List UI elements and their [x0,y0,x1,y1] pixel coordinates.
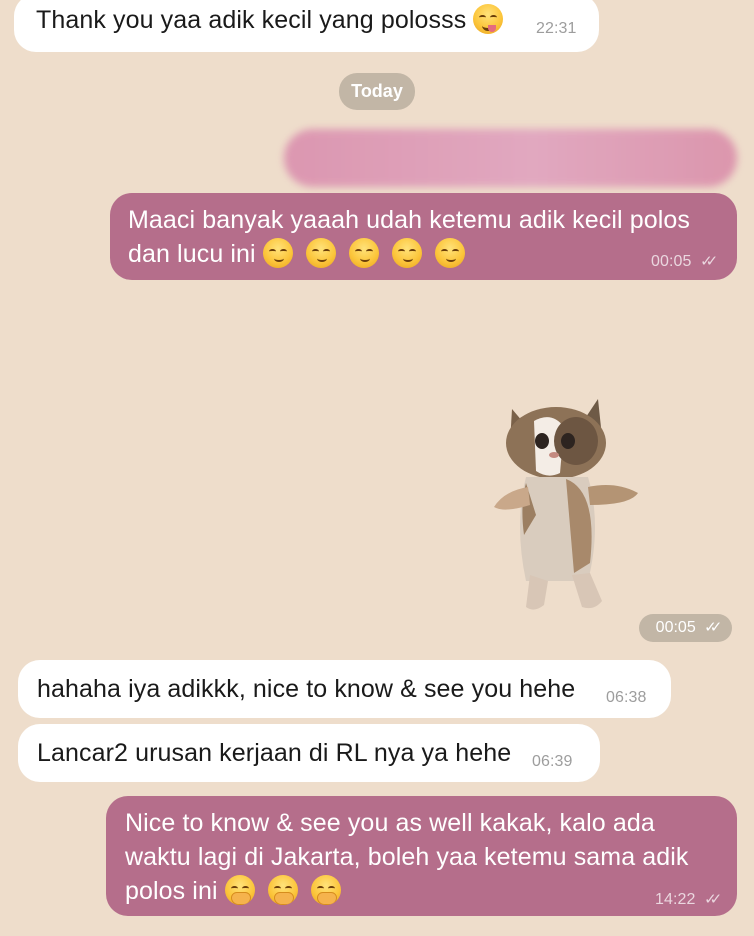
message-time: 00:05 [651,253,692,270]
smirking-face-emoji-icon [348,238,379,268]
message-bubble-incoming[interactable]: Lancar2 urusan kerjaan di RL nya ya hehe… [18,724,600,782]
smirking-face-emoji-icon [262,238,293,268]
sticker-time-chip: 00:05 ✓✓ [639,614,732,642]
smirking-face-emoji-icon [305,238,336,268]
face-with-hand-over-mouth-emoji-icon [224,875,255,905]
message-time: 22:31 [536,20,577,37]
message-text-line2: waktu lagi di Jakarta, boleh yaa ketemu … [125,843,689,871]
cat-sticker-icon [494,399,638,610]
emoji-row [262,238,471,277]
read-receipt-icon: ✓✓ [704,619,722,636]
message-text: hahaha iya adikkk, nice to know & see yo… [37,675,576,703]
message-text: Thank you yaa adik kecil yang polosss [36,6,467,34]
blurred-message-bubble[interactable] [284,129,737,187]
message-bubble-outgoing[interactable]: Nice to know & see you as well kakak, ka… [106,796,737,916]
smirking-face-emoji-icon [391,238,422,268]
smirking-face-emoji-icon [434,238,465,268]
message-bubble-incoming[interactable]: hahaha iya adikkk, nice to know & see yo… [18,660,671,718]
emoji-row [473,4,509,43]
message-bubble-incoming[interactable]: Thank you yaa adik kecil yang polosss 22… [14,0,599,52]
sticker-time: 00:05 [655,619,696,636]
message-text: Lancar2 urusan kerjaan di RL nya ya hehe [37,739,512,767]
message-bubble-outgoing[interactable]: Maaci banyak yaaah udah ketemu adik keci… [110,193,737,280]
dancing-cat-sticker[interactable] [490,395,644,621]
message-time-with-status: 00:05 ✓✓ [651,253,718,271]
face-with-hand-over-mouth-emoji-icon [267,875,298,905]
message-time: 06:38 [606,689,647,706]
message-text-line3: polos ini [125,877,218,905]
read-receipt-icon: ✓✓ [700,253,718,270]
emoji-row [224,875,347,914]
message-time-with-status: 14:22 ✓✓ [655,891,722,909]
message-text-line1: Maaci banyak yaaah udah ketemu adik keci… [128,206,690,234]
zany-face-emoji-icon [473,4,504,34]
message-text-line2: dan lucu ini [128,240,256,268]
message-text-line1: Nice to know & see you as well kakak, ka… [125,809,655,837]
message-time: 06:39 [532,753,573,770]
date-separator-chip: Today [339,73,415,110]
read-receipt-icon: ✓✓ [704,891,722,908]
face-with-hand-over-mouth-emoji-icon [310,875,341,905]
message-time: 14:22 [655,891,696,908]
